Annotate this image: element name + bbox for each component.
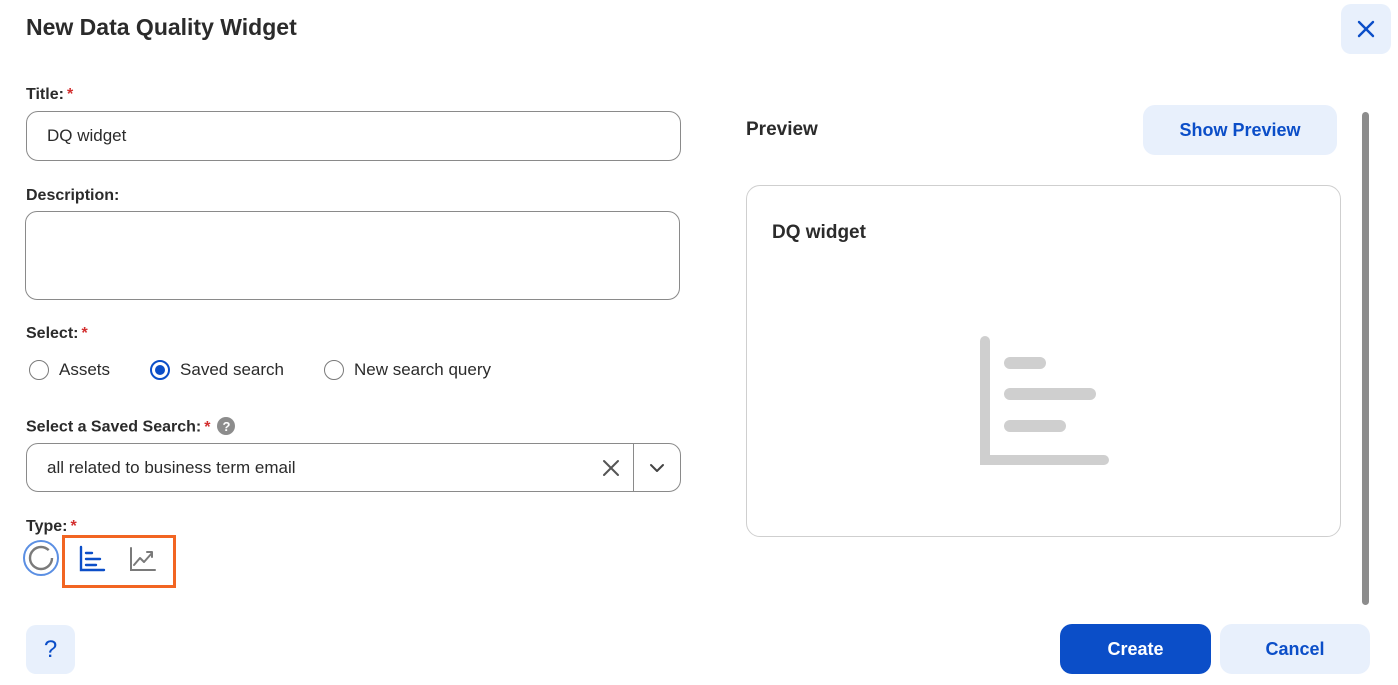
dialog-title: New Data Quality Widget [26, 14, 297, 40]
saved-search-label-text: Select a Saved Search: [26, 418, 202, 436]
create-button[interactable]: Create [1060, 624, 1211, 674]
select-label-text: Select: [26, 325, 79, 342]
required-mark: * [70, 518, 77, 535]
saved-search-label: Select a Saved Search: *? [26, 417, 236, 437]
select-label: Select: * [26, 325, 88, 343]
radio-assets[interactable]: Assets [29, 360, 110, 380]
clear-selection-button[interactable] [589, 444, 633, 491]
close-button[interactable] [1341, 4, 1391, 54]
dropdown-toggle-button[interactable] [634, 444, 680, 491]
horizontal-bar-chart-icon [79, 545, 106, 572]
radio-new-search-query[interactable]: New search query [323, 360, 491, 380]
chevron-down-icon [650, 463, 664, 472]
help-button[interactable]: ? [26, 625, 75, 674]
radio-button[interactable] [29, 360, 49, 380]
cancel-button[interactable]: Cancel [1220, 624, 1370, 674]
description-textarea[interactable] [25, 211, 680, 300]
type-label-text: Type: [26, 518, 68, 535]
type-donut-chart-button[interactable] [23, 540, 59, 576]
type-options [23, 538, 59, 578]
type-bar-chart-button[interactable] [77, 544, 107, 574]
saved-search-value: all related to business term email [47, 457, 296, 477]
show-preview-button[interactable]: Show Preview [1143, 105, 1337, 155]
required-mark: * [204, 418, 211, 436]
scrollbar[interactable] [1362, 112, 1369, 605]
description-label: Description: [26, 187, 120, 204]
donut-chart-icon [28, 545, 54, 571]
title-label-text: Title: [26, 86, 64, 103]
preview-card-title: DQ widget [772, 222, 866, 243]
trend-line-chart-icon [130, 547, 156, 571]
required-mark: * [66, 86, 74, 103]
title-label: Title: * [26, 86, 73, 104]
preview-heading: Preview [746, 119, 818, 140]
required-mark: * [81, 325, 88, 342]
horizontal-bar-chart-placeholder-icon [980, 336, 1109, 465]
radio-button[interactable] [150, 360, 171, 380]
title-input[interactable] [26, 111, 681, 161]
help-icon[interactable]: ? [217, 417, 236, 435]
source-radio-group: Assets Saved search New search query [29, 360, 531, 380]
saved-search-select[interactable]: all related to business term email [26, 443, 681, 492]
type-line-chart-button[interactable] [127, 544, 157, 574]
close-icon [1357, 20, 1375, 38]
radio-selected-dot [155, 365, 166, 375]
type-label: Type: * [26, 518, 77, 536]
radio-label: Saved search [180, 360, 284, 379]
radio-label: Assets [59, 360, 111, 379]
preview-card: DQ widget [746, 185, 1341, 537]
clear-icon [603, 459, 619, 476]
radio-label: New search query [353, 360, 491, 379]
radio-button[interactable] [323, 360, 344, 380]
radio-saved-search[interactable]: Saved search [150, 360, 284, 380]
